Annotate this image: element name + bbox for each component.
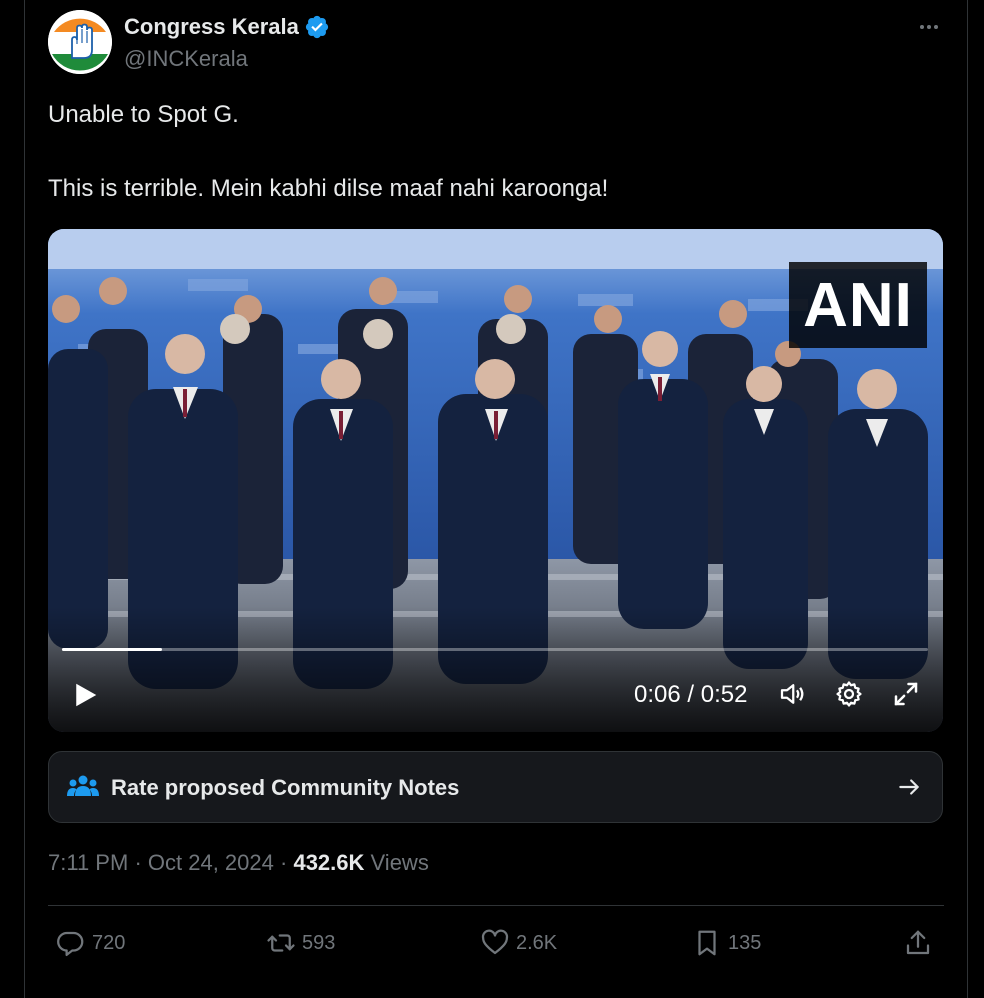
tweet-meta: 7:11 PM · Oct 24, 2024 · 432.6K Views [48,850,429,876]
expand-icon [894,682,918,706]
views-label: Views [370,850,429,875]
video-player[interactable]: ANI 0:06 / 0:52 [48,229,943,732]
more-options-button[interactable] [914,12,944,42]
views-count: 432.6K [293,850,365,875]
like-button[interactable]: 2.6K [480,920,557,966]
community-notes-button[interactable]: Rate proposed Community Notes [48,751,943,823]
heart-icon [481,929,509,955]
fullscreen-button[interactable] [889,677,923,711]
bookmark-icon [698,930,716,956]
community-people-icon [67,775,99,796]
bookmark-count: 135 [728,931,762,954]
column-border-right [967,0,968,998]
reply-count: 720 [92,931,126,954]
volume-button[interactable] [775,677,809,711]
volume-icon [780,684,804,704]
play-icon [76,683,97,707]
ani-watermark: ANI [789,262,927,348]
play-button[interactable] [66,676,104,714]
meta-separator: · [134,850,148,875]
tweet-date[interactable]: Oct 24, 2024 [148,850,274,875]
reply-icon [57,931,84,956]
share-button[interactable] [903,920,933,966]
tweet-time[interactable]: 7:11 PM [48,850,128,875]
tweet-text-line-1: Unable to Spot G. [48,101,239,128]
like-count: 2.6K [516,931,558,954]
divider [48,905,944,906]
meta-separator: · [280,850,294,875]
bookmark-button[interactable]: 135 [692,920,761,966]
gear-icon [836,681,862,707]
tweet-text: Unable to Spot G. This is terrible. Mein… [48,98,944,246]
community-notes-label: Rate proposed Community Notes [111,775,460,800]
author-display-name[interactable]: Congress Kerala [124,14,299,40]
tweet-header: Congress Kerala @INCKerala [48,10,944,76]
column-border-left [24,0,25,998]
share-icon [906,930,930,955]
congress-hand-logo-icon [48,10,112,74]
verified-badge-icon[interactable] [304,14,330,40]
video-time-display: 0:06 / 0:52 [634,681,748,708]
reply-button[interactable]: 720 [56,920,125,966]
repost-icon [267,934,295,952]
video-progress-bar[interactable] [62,648,928,651]
arrow-right-icon [899,779,919,795]
settings-button[interactable] [832,677,866,711]
tweet-text-line-2: This is terrible. Mein kabhi dilse maaf … [48,175,609,202]
avatar[interactable] [48,10,112,74]
more-horizontal-icon [920,25,938,29]
author-handle[interactable]: @INCKerala [124,46,248,72]
author-name-row[interactable]: Congress Kerala [124,14,330,40]
video-progress-fill [62,648,162,651]
repost-count: 593 [302,931,336,954]
tweet-actions: 720 593 2.6K 135 [48,920,944,966]
repost-button[interactable]: 593 [266,920,335,966]
